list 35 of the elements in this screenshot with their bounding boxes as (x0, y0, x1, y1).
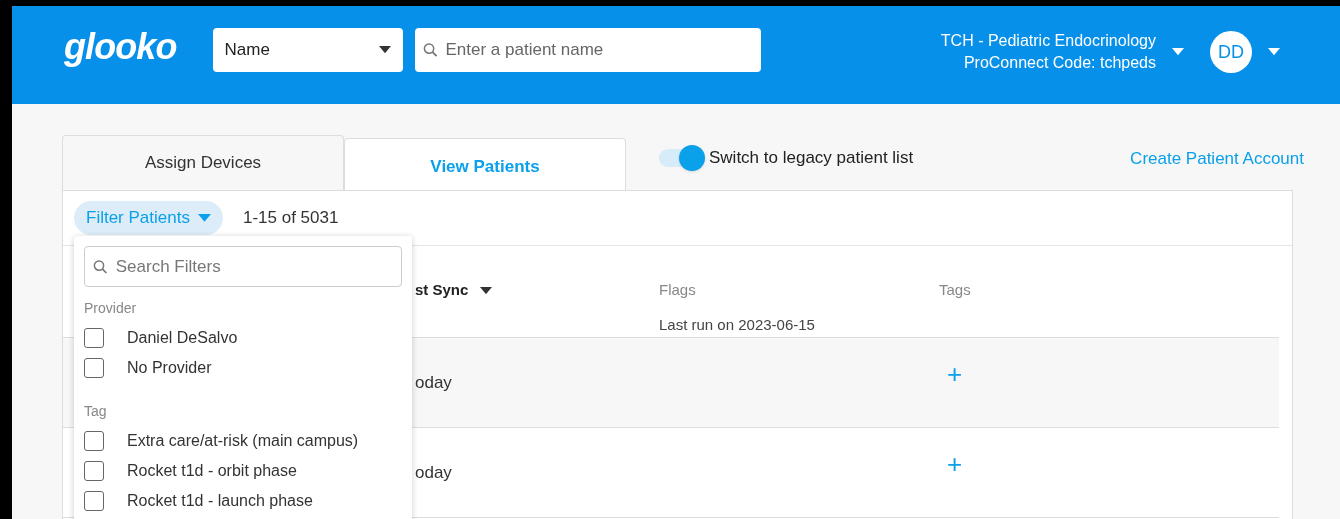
column-header[interactable]: st Sync (415, 279, 469, 302)
account-caret-icon (1268, 48, 1280, 56)
clinic-name: TCH - Pediatric Endocrinology (940, 31, 1156, 51)
last-sync-cell-text: oday (415, 371, 453, 394)
flags-last-run: Last run on 2023-06-15 (659, 314, 816, 335)
filter-option[interactable]: Rocket t1d - orbit phase (127, 459, 297, 483)
column-header: Tags (939, 280, 971, 300)
checkbox[interactable] (84, 431, 104, 451)
patient-search-field[interactable]: Enter a patient name (445, 37, 753, 63)
proconnect-code: ProConnect Code: tchpeds (963, 53, 1156, 73)
tab[interactable]: Assign Devices (62, 135, 344, 190)
filter-search-box[interactable]: Search Filters (84, 246, 402, 287)
checkbox[interactable] (84, 491, 104, 511)
caret-icon (378, 46, 391, 54)
filter-option[interactable]: No Provider (127, 356, 212, 380)
last-sync-cell-text: oday (415, 461, 453, 484)
toggle-label: Switch to legacy patient list (709, 147, 914, 169)
checkbox[interactable] (84, 358, 104, 378)
checkbox[interactable] (84, 461, 104, 481)
sort-caret-icon (480, 286, 493, 294)
filter-group-title: Tag (84, 402, 108, 421)
search-icon (422, 42, 438, 58)
filter-option[interactable]: Rocket t1d - launch phase (127, 489, 313, 513)
filter-group-title: Provider (84, 299, 138, 318)
checkbox[interactable] (84, 328, 104, 348)
filter-search-field[interactable]: Search Filters (115, 253, 393, 280)
search-icon (93, 258, 108, 275)
filter-option[interactable]: Extra care/at-risk (main campus) (127, 429, 359, 453)
clinic-caret-icon (1172, 48, 1184, 56)
column-header: Flags (659, 280, 696, 300)
result-count: 1-15 of 5031 (242, 207, 339, 230)
logo: glooko (64, 29, 177, 65)
patient-search-box[interactable]: Enter a patient name (414, 28, 761, 72)
caret-icon (197, 214, 211, 222)
search-by-select[interactable]: Name (212, 28, 403, 72)
